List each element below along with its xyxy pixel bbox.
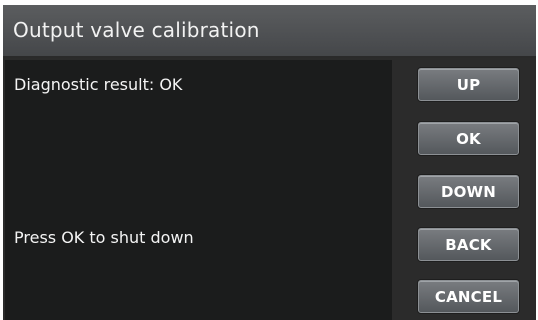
message-panel: Diagnostic result: OK Press OK to shut d… (5, 60, 392, 320)
back-button[interactable]: BACK (418, 228, 519, 261)
up-button[interactable]: UP (418, 68, 519, 101)
page-title: Output valve calibration (13, 18, 260, 42)
shutdown-prompt-text: Press OK to shut down (14, 228, 194, 247)
down-button[interactable]: DOWN (418, 175, 519, 208)
cancel-button[interactable]: CANCEL (418, 280, 519, 313)
diagnostic-result-text: Diagnostic result: OK (14, 75, 183, 94)
ok-button[interactable]: OK (418, 122, 519, 155)
title-bar: Output valve calibration (3, 5, 536, 58)
device-screen: Output valve calibration Diagnostic resu… (3, 5, 536, 320)
